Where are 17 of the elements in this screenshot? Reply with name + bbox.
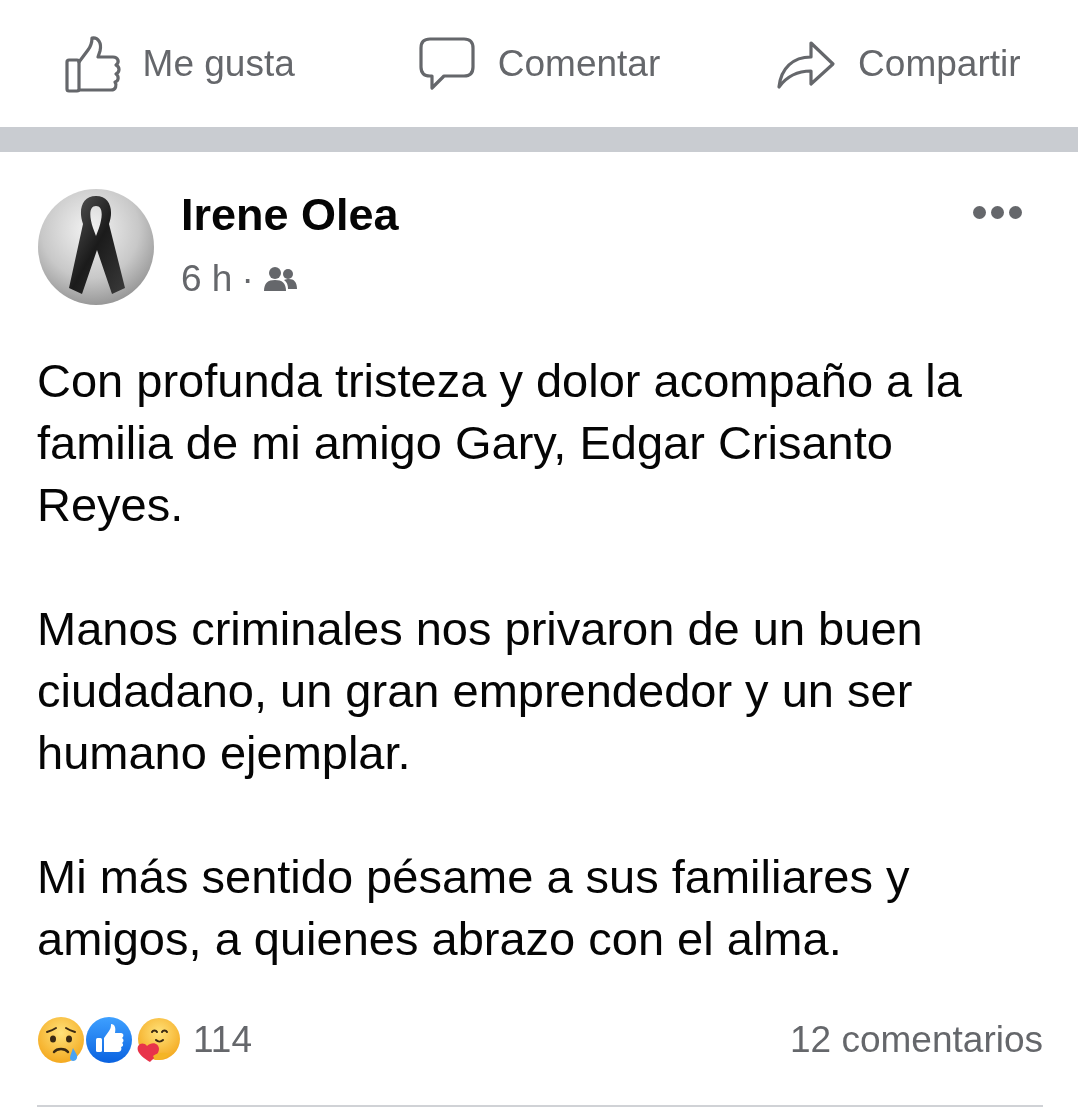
ribbon-avatar-icon [37, 188, 155, 306]
comments-count-link[interactable]: 12 comentarios [790, 1019, 1043, 1061]
reaction-count[interactable]: 114 [193, 1019, 252, 1061]
like-button[interactable]: Me gusta [64, 34, 295, 93]
people-icon [262, 266, 297, 292]
post-paragraph: Con profunda tristeza y dolor acompaño a la familia de mi amigo Gary, Edgar Crisanto Reyes. [37, 353, 963, 533]
sad-face-emoji-icon [37, 1016, 85, 1064]
author-name[interactable]: Irene Olea [181, 189, 399, 241]
post-paragraph: Manos criminales nos privaron de un buen ciudadano, un gran emprendedor y un ser humano ejemplar. [37, 601, 924, 781]
thumbs-up-icon [64, 34, 121, 93]
post-time[interactable]: 6 h [181, 257, 233, 301]
thumbs-up-emoji-icon [85, 1016, 133, 1064]
speech-bubble-icon [417, 34, 476, 93]
comment-button[interactable]: Comentar [417, 34, 661, 93]
post-paragraph: Mi más sentido pésame a sus familiares y amigos, a quienes abrazo con el alma. [37, 849, 911, 967]
meta-separator: · [241, 257, 254, 301]
share-button[interactable]: Compartir [776, 37, 1021, 90]
